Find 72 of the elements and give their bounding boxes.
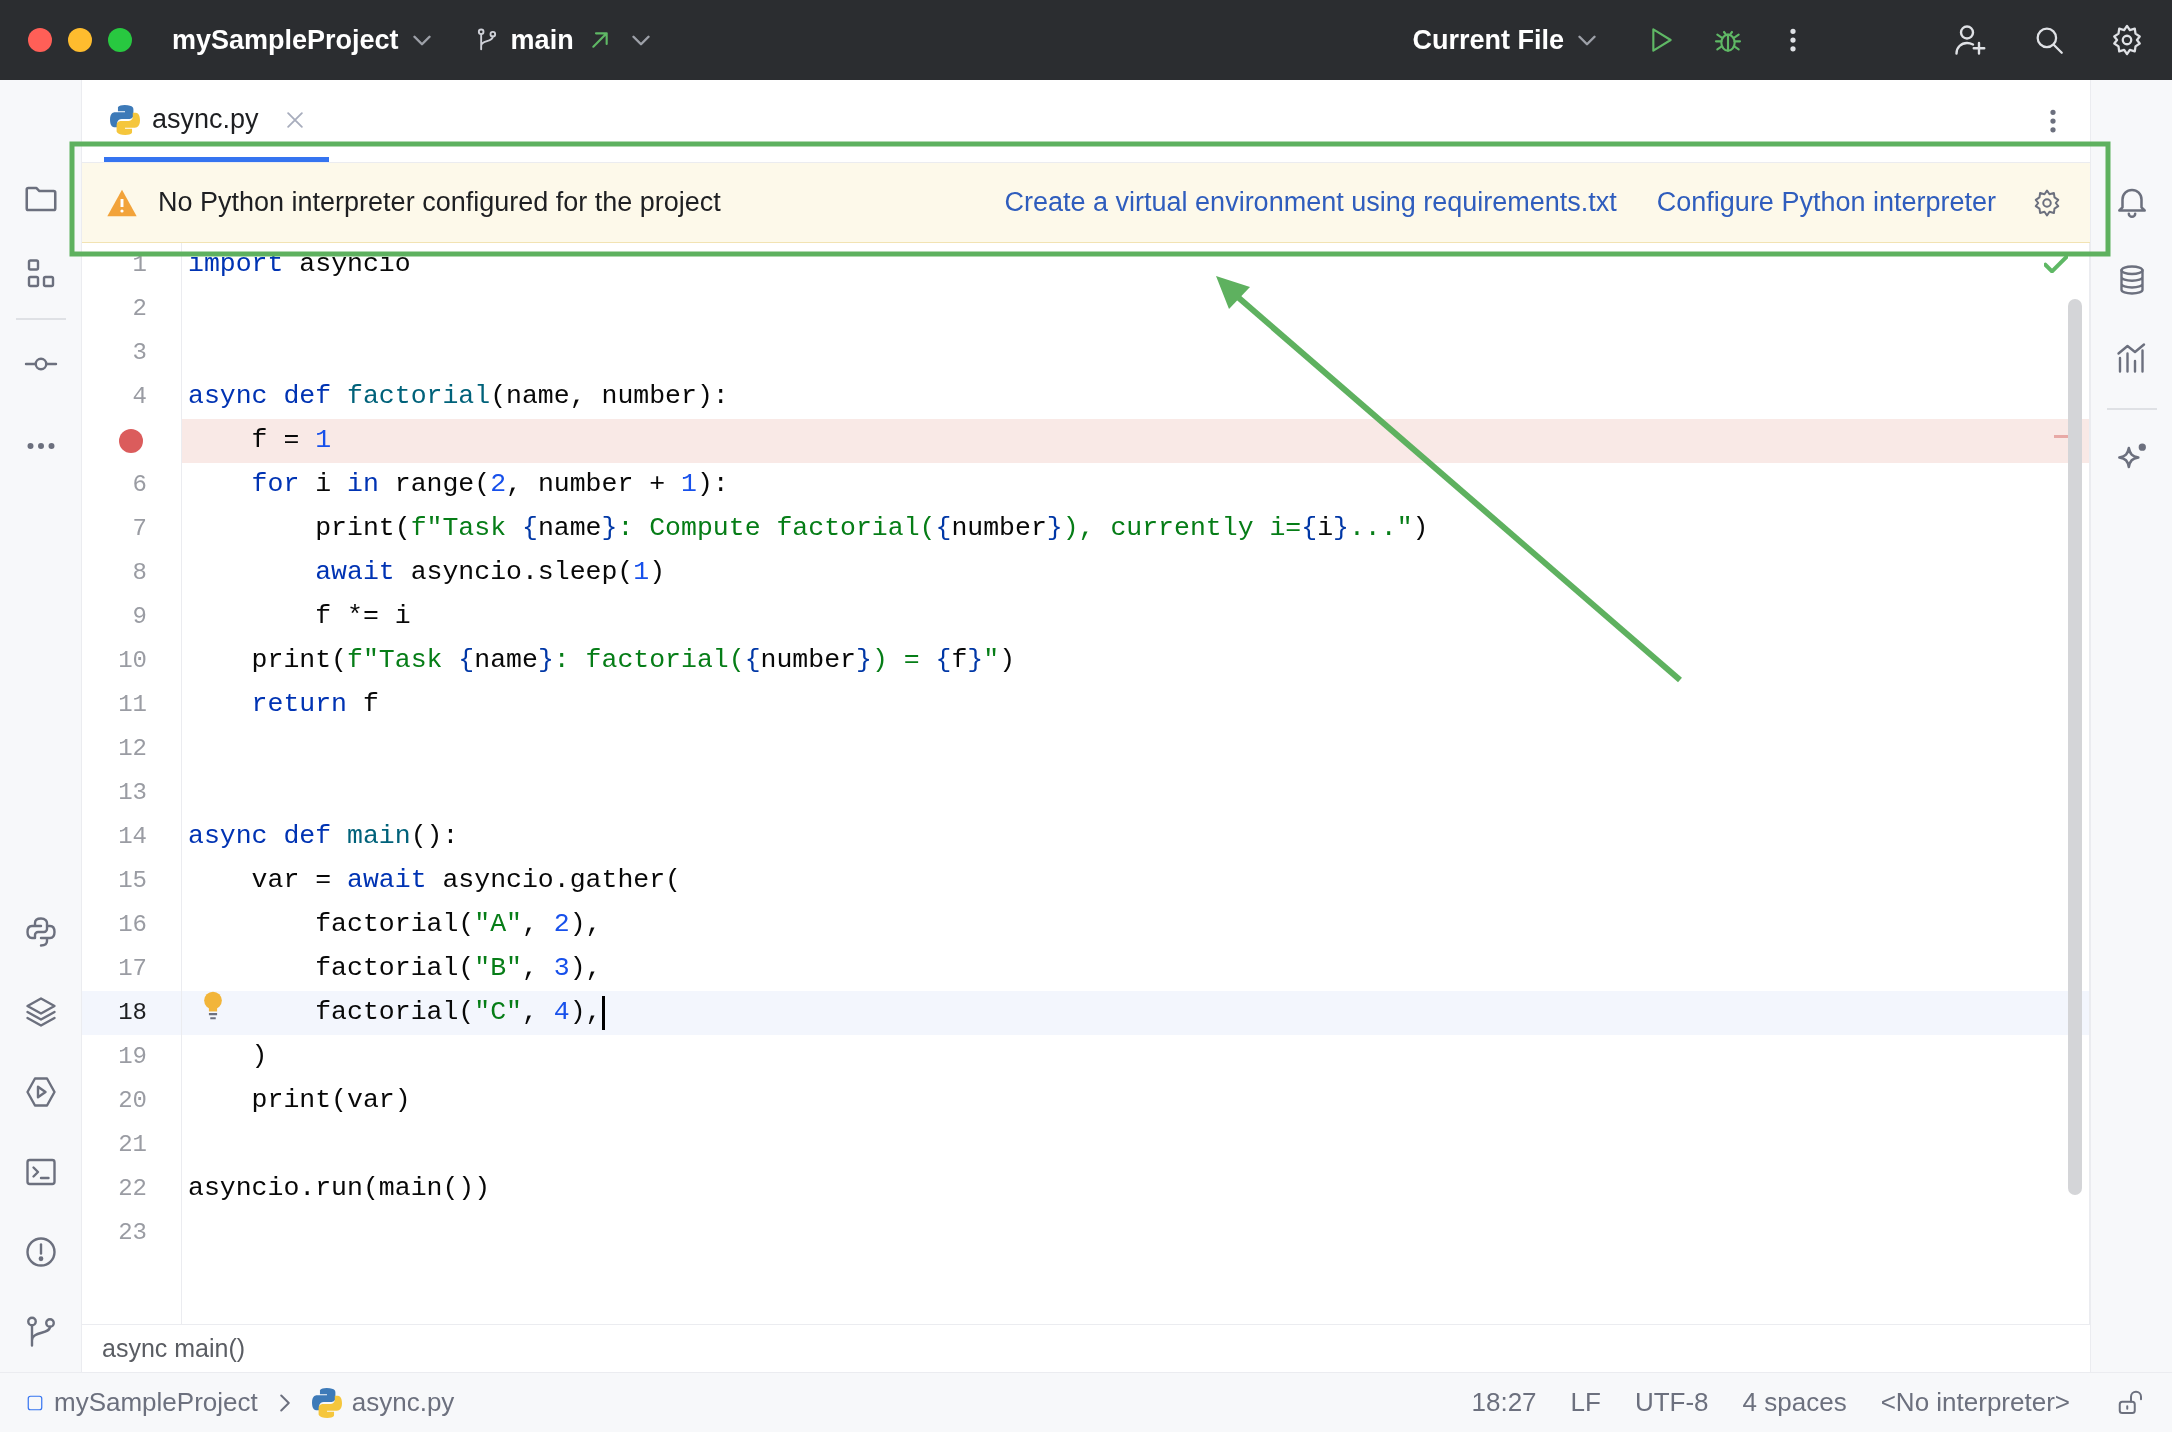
warning-message: No Python interpreter configured for the project	[158, 186, 721, 220]
project-selector[interactable]: mySampleProject	[172, 19, 431, 61]
line-number: 10	[118, 646, 147, 676]
window-control-button[interactable]	[108, 28, 132, 52]
status-item[interactable]: LF	[1570, 1383, 1601, 1422]
code-line: async def main():	[188, 820, 459, 854]
code-line: f *= i	[315, 600, 411, 634]
line-number: 17	[118, 954, 147, 984]
line-number: 14	[118, 822, 147, 852]
status-item[interactable]: 4 spaces	[1742, 1383, 1847, 1422]
line-number: 2	[132, 294, 147, 324]
window-control-button[interactable]	[68, 28, 92, 52]
python-file-icon	[110, 104, 140, 135]
breakpoint-marker[interactable]	[119, 429, 143, 453]
code-line: import asyncio	[188, 248, 411, 282]
line-number: 16	[118, 910, 147, 940]
chevron-down-icon	[631, 34, 650, 46]
settings-icon[interactable]	[2110, 23, 2144, 57]
line-number: 23	[118, 1218, 147, 1248]
breadcrumb-text[interactable]: async main()	[102, 1329, 246, 1368]
chevron-down-icon	[1578, 34, 1596, 46]
code-line: for i in range(2, number + 1):	[251, 468, 729, 502]
run-configuration-selector[interactable]: Current File	[1412, 19, 1596, 61]
line-number: 1	[132, 250, 147, 280]
breadcrumb-item[interactable]: mySampleProject	[26, 1383, 258, 1422]
arrow-up-right-icon	[591, 32, 608, 48]
status-item[interactable]: 18:27	[1471, 1383, 1537, 1422]
code-line: var = await asyncio.gather(	[251, 864, 681, 898]
line-number: 3	[132, 338, 147, 368]
text-cursor	[601, 996, 605, 1030]
line-number: 7	[132, 514, 147, 544]
line-number: 4	[132, 382, 147, 412]
line-number: 6	[132, 470, 147, 500]
chevron-right-icon	[279, 1393, 290, 1412]
line-number: 18	[118, 998, 147, 1028]
line-number: 11	[118, 690, 147, 720]
code-line: await asyncio.sleep(1)	[315, 556, 666, 590]
settings-icon[interactable]	[2032, 187, 2062, 218]
code-line: f = 1	[251, 424, 332, 458]
code-line: factorial("C", 4),	[315, 996, 602, 1030]
line-number: 8	[132, 558, 147, 588]
line-number: 13	[118, 778, 147, 808]
banner-link[interactable]: Configure Python interpreter	[1656, 182, 1996, 223]
square-icon	[26, 1393, 44, 1412]
lightbulb-icon[interactable]	[202, 991, 224, 1021]
line-number: 22	[118, 1174, 147, 1204]
code-line: print(f"Task {name}: factorial({number}) = {f}")	[251, 644, 1016, 678]
status-item[interactable]: UTF-8	[1634, 1383, 1709, 1422]
python-file-icon	[311, 1387, 342, 1418]
code-line: asyncio.run(main())	[188, 1172, 491, 1206]
code-line: async def factorial(name, number):	[188, 380, 729, 414]
window-control-button[interactable]	[28, 28, 52, 52]
banner-link[interactable]: Create a virtual environment using requirements.txt	[1004, 182, 1617, 223]
branch-selector[interactable]: main	[472, 19, 650, 61]
code-line: return f	[251, 688, 379, 722]
code-line: factorial("A", 2),	[315, 908, 602, 942]
chevron-down-icon	[412, 34, 431, 46]
line-number: 20	[118, 1086, 147, 1116]
add-user-icon[interactable]	[1952, 22, 1988, 58]
code-line: print(var)	[251, 1084, 411, 1118]
line-number: 9	[132, 602, 147, 632]
status-item[interactable]: <No interpreter>	[1880, 1383, 2070, 1422]
breadcrumb-item[interactable]: async.py	[311, 1383, 455, 1422]
line-number: 19	[118, 1042, 147, 1072]
line-number: 12	[118, 734, 147, 764]
code-line: print(f"Task {name}: Compute factorial({number}), currently i={i}...")	[315, 512, 1429, 546]
line-number: 21	[118, 1130, 147, 1160]
line-number: 15	[118, 866, 147, 896]
inspection-ok-icon	[2044, 255, 2068, 273]
scrollbar-thumb[interactable]	[2068, 299, 2082, 1195]
code-line: factorial("B", 3),	[315, 952, 602, 986]
code-line: )	[251, 1040, 268, 1074]
